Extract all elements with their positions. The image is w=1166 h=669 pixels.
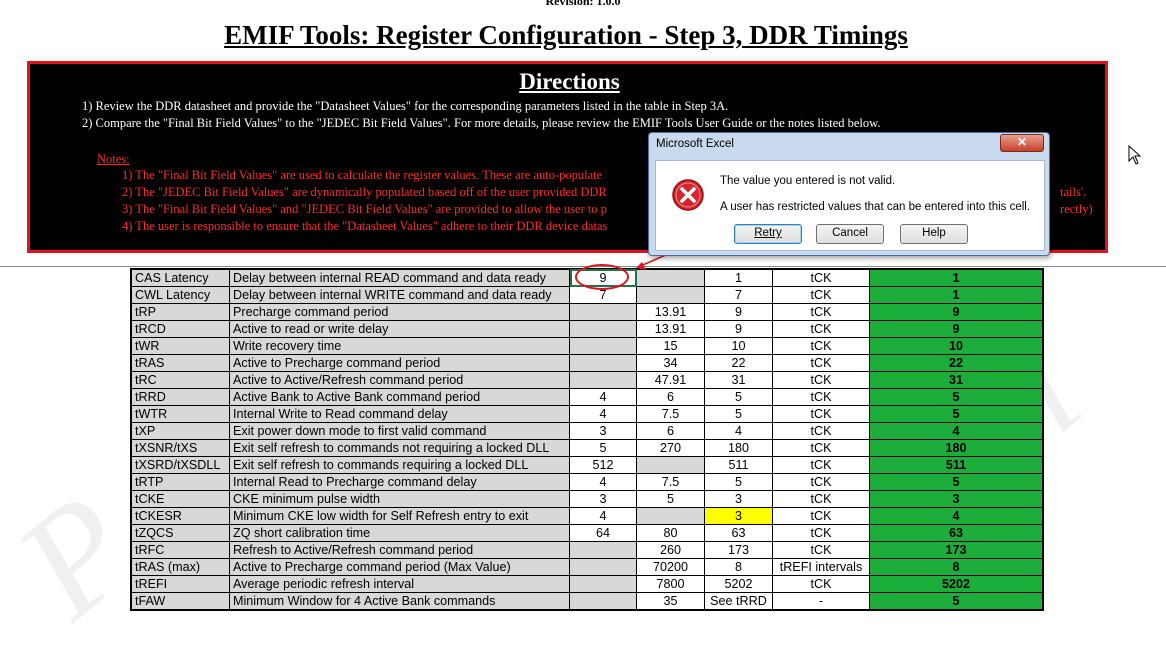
error-icon (671, 178, 705, 217)
close-button[interactable]: ✕ (1000, 134, 1044, 152)
cancel-button[interactable]: Cancel (816, 224, 884, 244)
excel-error-dialog: Microsoft Excel ✕ The value you entered … (648, 132, 1050, 256)
retry-button[interactable]: Retry (734, 224, 802, 244)
dialog-message: The value you entered is not valid. (720, 175, 896, 187)
dialog-title: Microsoft Excel (656, 138, 734, 150)
annotation-arrow (636, 228, 727, 270)
arrow-head-bottom (636, 262, 646, 270)
help-button[interactable]: Help (900, 224, 968, 244)
dialog-body: The value you entered is not valid. A us… (655, 160, 1045, 251)
dialog-detail: A user has restricted values that can be… (720, 201, 1031, 213)
